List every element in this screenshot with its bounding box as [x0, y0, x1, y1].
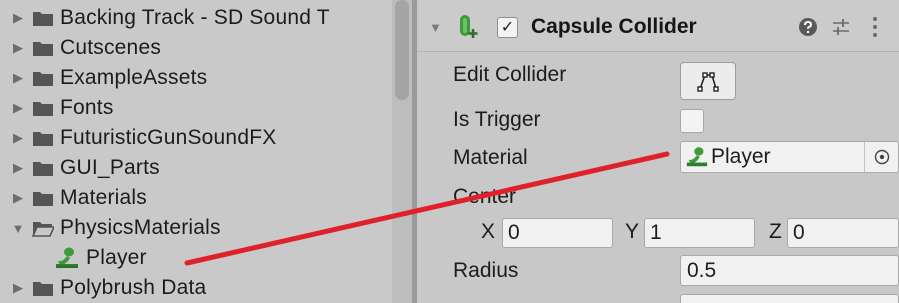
height-field[interactable]: [680, 294, 899, 303]
folder-open-icon: [32, 222, 54, 237]
folder-icon: [33, 162, 53, 176]
component-title: Capsule Collider: [531, 15, 697, 38]
tree-item-label: PhysicsMaterials: [60, 216, 221, 239]
component-header[interactable]: ▼ ✓ Capsule Collider: [417, 0, 899, 52]
center-label: Center: [453, 185, 517, 208]
triangle-right-icon[interactable]: ▶: [10, 130, 26, 146]
object-picker-icon: [874, 149, 889, 165]
triangle-right-icon[interactable]: ▶: [10, 100, 26, 116]
folder-icon: [33, 72, 53, 86]
triangle-right-icon[interactable]: ▶: [10, 40, 26, 56]
tree-item-label: Cutscenes: [60, 36, 162, 59]
center-x-label[interactable]: X: [481, 220, 495, 244]
tree-item-label: FuturisticGunSoundFX: [60, 126, 277, 149]
tree-item-exampleassets[interactable]: ▶ ExampleAssets: [0, 63, 392, 93]
capsule-collider-icon: [460, 15, 478, 38]
center-x-field[interactable]: 0: [502, 218, 613, 248]
tree-item-materials[interactable]: ▶ Materials: [0, 183, 392, 213]
kebab-menu-icon[interactable]: [870, 14, 880, 40]
presets-icon[interactable]: [830, 16, 852, 38]
tree-item-player-material[interactable]: Player: [0, 243, 392, 273]
tree-item-label: GUI_Parts: [60, 156, 160, 179]
radius-label: Radius: [453, 259, 519, 282]
physics-material-icon: [686, 147, 708, 167]
object-picker-button[interactable]: [864, 142, 898, 172]
scroll-thumb[interactable]: [395, 0, 409, 100]
tree-item-futuristicgunsoundfx[interactable]: ▶ FuturisticGunSoundFX: [0, 123, 392, 153]
material-value: Player: [711, 145, 771, 168]
tree-item-label: Fonts: [60, 96, 114, 119]
triangle-right-icon[interactable]: ▶: [10, 10, 26, 26]
tree-item-physicsmaterials[interactable]: ▼ PhysicsMaterials: [0, 213, 392, 243]
is-trigger-label: Is Trigger: [453, 108, 541, 131]
material-label: Material: [453, 146, 528, 169]
triangle-down-icon[interactable]: ▼: [429, 20, 442, 35]
tree-item-label: Player: [86, 246, 147, 269]
folder-icon: [33, 282, 53, 296]
project-scrollbar[interactable]: [392, 0, 412, 303]
triangle-right-icon[interactable]: ▶: [10, 280, 26, 296]
folder-icon: [33, 132, 53, 146]
tree-item-label: Materials: [60, 186, 147, 209]
center-z-label[interactable]: Z: [769, 220, 782, 244]
component-enabled-checkbox[interactable]: ✓: [497, 17, 518, 38]
triangle-right-icon[interactable]: ▶: [10, 190, 26, 206]
folder-icon: [33, 42, 53, 56]
triangle-down-icon[interactable]: ▼: [10, 220, 26, 236]
edit-collider-label: Edit Collider: [453, 63, 567, 86]
physics-material-icon: [56, 247, 78, 268]
is-trigger-checkbox[interactable]: [680, 109, 704, 133]
tree-item-label: ExampleAssets: [60, 66, 208, 89]
folder-icon: [33, 12, 53, 26]
folder-icon: [33, 102, 53, 116]
tree-item-polybrush-data[interactable]: ▶ Polybrush Data: [0, 273, 392, 303]
center-z-field[interactable]: 0: [787, 218, 899, 248]
tree-item-backing-track[interactable]: ▶ Backing Track - SD Sound T: [0, 3, 392, 33]
tree-item-label: Polybrush Data: [60, 276, 207, 299]
center-y-field[interactable]: 1: [644, 218, 755, 248]
folder-icon: [33, 192, 53, 206]
radius-field[interactable]: 0.5: [680, 255, 899, 286]
edit-collider-icon: [697, 72, 719, 92]
project-panel: ▶ Backing Track - SD Sound T ▶ Cutscenes…: [0, 0, 412, 303]
triangle-right-icon[interactable]: ▶: [10, 160, 26, 176]
tree-item-gui-parts[interactable]: ▶ GUI_Parts: [0, 153, 392, 183]
center-y-label[interactable]: Y: [625, 220, 639, 244]
help-icon[interactable]: [798, 17, 818, 37]
material-object-field[interactable]: Player: [680, 141, 899, 173]
tree-item-fonts[interactable]: ▶ Fonts: [0, 93, 392, 123]
tree-item-cutscenes[interactable]: ▶ Cutscenes: [0, 33, 392, 63]
tree-item-label: Backing Track - SD Sound T: [60, 6, 330, 29]
edit-collider-button[interactable]: [680, 62, 736, 100]
inspector-panel: ▼ ✓ Capsule Collider Edit Collider Is Tr…: [417, 0, 899, 303]
triangle-right-icon[interactable]: ▶: [10, 70, 26, 86]
